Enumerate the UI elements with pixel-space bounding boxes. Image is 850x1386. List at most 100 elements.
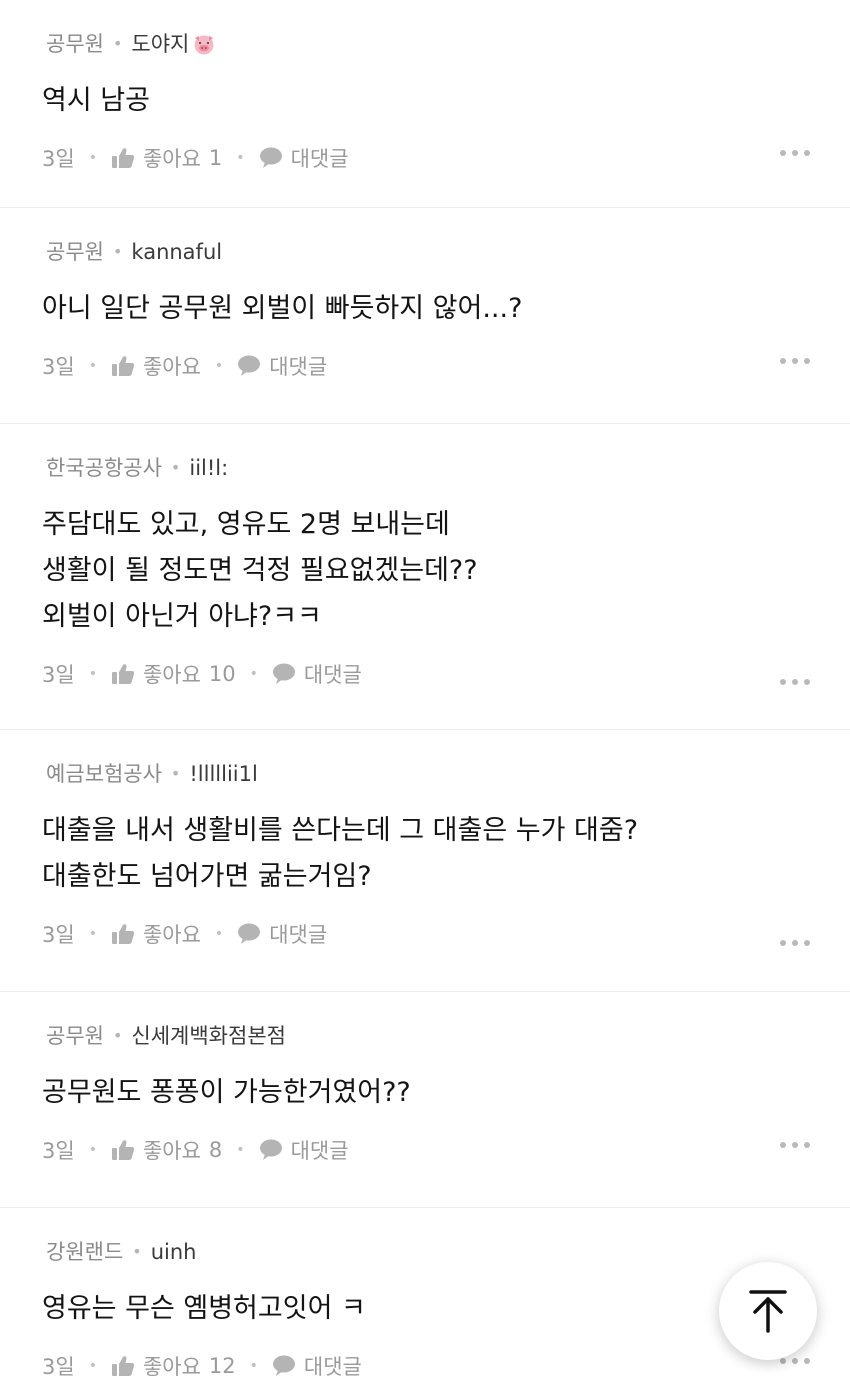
thumbs-up-icon	[111, 148, 135, 168]
author-nickname[interactable]: iil!l:	[189, 454, 228, 482]
company-name[interactable]: 공무원	[46, 30, 104, 58]
comment-text: 대출을 내서 생활비를 쓴다는데 그 대출은 누가 대줌? 대출한도 넘어가면 …	[42, 815, 639, 892]
like-button[interactable]: 좋아요 8	[111, 1135, 222, 1165]
thumbs-up-icon	[111, 1140, 135, 1160]
reply-button[interactable]: 대댓글	[237, 919, 327, 949]
reply-label: 대댓글	[290, 147, 349, 171]
more-dot	[792, 679, 798, 685]
more-options-button[interactable]	[780, 1358, 810, 1364]
author-nickname[interactable]: !lllllii1l	[189, 760, 257, 788]
like-button[interactable]: 좋아요	[111, 919, 201, 949]
more-dot	[780, 1142, 786, 1148]
like-button[interactable]: 좋아요 12	[111, 1351, 236, 1381]
more-dot	[792, 940, 798, 946]
comment-actions: 3일 • 좋아요 12 • 대댓글	[42, 1352, 810, 1380]
action-separator: •	[88, 358, 97, 374]
action-separator: •	[88, 1358, 97, 1374]
comment-actions: 3일 • 좋아요 • 대댓글	[42, 920, 810, 948]
company-name[interactable]: 공무원	[46, 238, 104, 266]
like-button[interactable]: 좋아요 10	[111, 659, 236, 689]
more-options-button[interactable]	[780, 940, 810, 946]
more-dot	[792, 358, 798, 364]
comment-meta: 강원랜드 • uinh	[46, 1238, 810, 1266]
action-separator: •	[88, 150, 97, 166]
action-separator: •	[236, 1142, 245, 1158]
more-dot	[804, 358, 810, 364]
reply-label: 대댓글	[303, 1355, 362, 1379]
speech-bubble-icon	[272, 663, 295, 684]
like-label: 좋아요	[142, 147, 201, 171]
author-nickname[interactable]: uinh	[151, 1238, 197, 1266]
comment-actions: 3일 • 좋아요 8 • 대댓글	[42, 1136, 810, 1164]
more-dot	[804, 940, 810, 946]
speech-bubble-icon	[238, 355, 261, 376]
reply-label: 대댓글	[290, 1139, 349, 1163]
like-count: 10	[208, 662, 236, 686]
action-separator: •	[236, 150, 245, 166]
more-dot	[792, 1358, 798, 1364]
comment-item: 공무원 • kannaful 아니 일단 공무원 외벌이 빠듯하지 않어...? 3일 •…	[0, 208, 850, 424]
company-name[interactable]: 한국공항공사	[46, 454, 162, 482]
comment-meta: 한국공항공사 • iil!l:	[46, 454, 810, 482]
comment-time: 3일	[42, 355, 75, 379]
speech-bubble-icon	[259, 147, 282, 168]
reply-button[interactable]: 대댓글	[272, 1351, 362, 1381]
comment-actions: 3일 • 좋아요 10 • 대댓글	[42, 660, 810, 688]
like-label: 좋아요	[142, 355, 201, 379]
more-dot	[780, 1358, 786, 1364]
comment-meta: 공무원 • kannaful	[46, 238, 810, 266]
reply-button[interactable]: 대댓글	[237, 351, 327, 381]
comment-text: 주담대도 있고, 영유도 2명 보내는데 생활이 될 정도면 걱정 필요없겠는데…	[42, 509, 478, 632]
meta-separator: •	[132, 1242, 142, 1261]
more-dot	[804, 1358, 810, 1364]
like-button[interactable]: 좋아요 1	[111, 143, 222, 173]
reply-button[interactable]: 대댓글	[272, 659, 362, 689]
company-name[interactable]: 공무원	[46, 1022, 104, 1050]
like-label: 좋아요	[142, 923, 201, 947]
reply-button[interactable]: 대댓글	[259, 1135, 349, 1165]
like-button[interactable]: 좋아요	[111, 351, 201, 381]
meta-separator: •	[170, 764, 181, 783]
reply-button[interactable]: 대댓글	[259, 143, 349, 173]
more-options-button[interactable]	[780, 150, 810, 156]
company-name[interactable]: 예금보험공사	[46, 760, 162, 788]
pig-emoji-icon	[194, 35, 214, 55]
scroll-to-top-button[interactable]	[719, 1262, 817, 1360]
comment-item: 한국공항공사 • iil!l: 주담대도 있고, 영유도 2명 보내는데 생활이 될 …	[0, 424, 850, 730]
more-dot	[780, 940, 786, 946]
author-nickname[interactable]: 도야지	[131, 30, 189, 58]
more-dot	[804, 1142, 810, 1148]
comment-item: 공무원 • 도야지 역시 남공 3일 • 좋아요 1 • 대댓글	[0, 0, 850, 208]
comment-time: 3일	[42, 147, 75, 171]
like-count: 1	[208, 146, 223, 170]
comment-actions: 3일 • 좋아요 1 • 대댓글	[42, 144, 810, 172]
author-nickname[interactable]: kannaful	[131, 238, 222, 266]
comment-item: 예금보험공사 • !lllllii1l 대출을 내서 생활비를 쓴다는데 그 대출은 …	[0, 730, 850, 992]
arrow-up-icon	[749, 1290, 787, 1333]
more-options-button[interactable]	[780, 358, 810, 364]
speech-bubble-icon	[259, 1139, 282, 1160]
speech-bubble-icon	[238, 923, 261, 944]
more-options-button[interactable]	[780, 1142, 810, 1148]
more-dot	[804, 150, 810, 156]
meta-separator: •	[170, 458, 181, 477]
more-options-button[interactable]	[780, 679, 810, 685]
company-name[interactable]: 강원랜드	[46, 1238, 123, 1266]
meta-separator: •	[112, 242, 123, 261]
comment-meta: 예금보험공사 • !lllllii1l	[46, 760, 810, 788]
meta-separator: •	[112, 1026, 123, 1045]
author-nickname[interactable]: 신세계백화점본점	[131, 1022, 286, 1050]
like-label: 좋아요	[142, 663, 201, 687]
comment-text: 영유는 무슨 옘병허고잇어 ㅋ	[42, 1293, 366, 1324]
comment-text: 공무원도 퐁퐁이 가능한거였어??	[42, 1077, 411, 1108]
action-separator: •	[88, 926, 97, 942]
thumbs-up-icon	[111, 356, 135, 376]
action-separator: •	[88, 1142, 97, 1158]
action-separator: •	[249, 1358, 258, 1374]
action-separator: •	[88, 666, 97, 682]
thumbs-up-icon	[111, 664, 135, 684]
like-label: 좋아요	[142, 1139, 201, 1163]
reply-label: 대댓글	[269, 355, 328, 379]
meta-separator: •	[112, 34, 123, 53]
comment-time: 3일	[42, 663, 75, 687]
